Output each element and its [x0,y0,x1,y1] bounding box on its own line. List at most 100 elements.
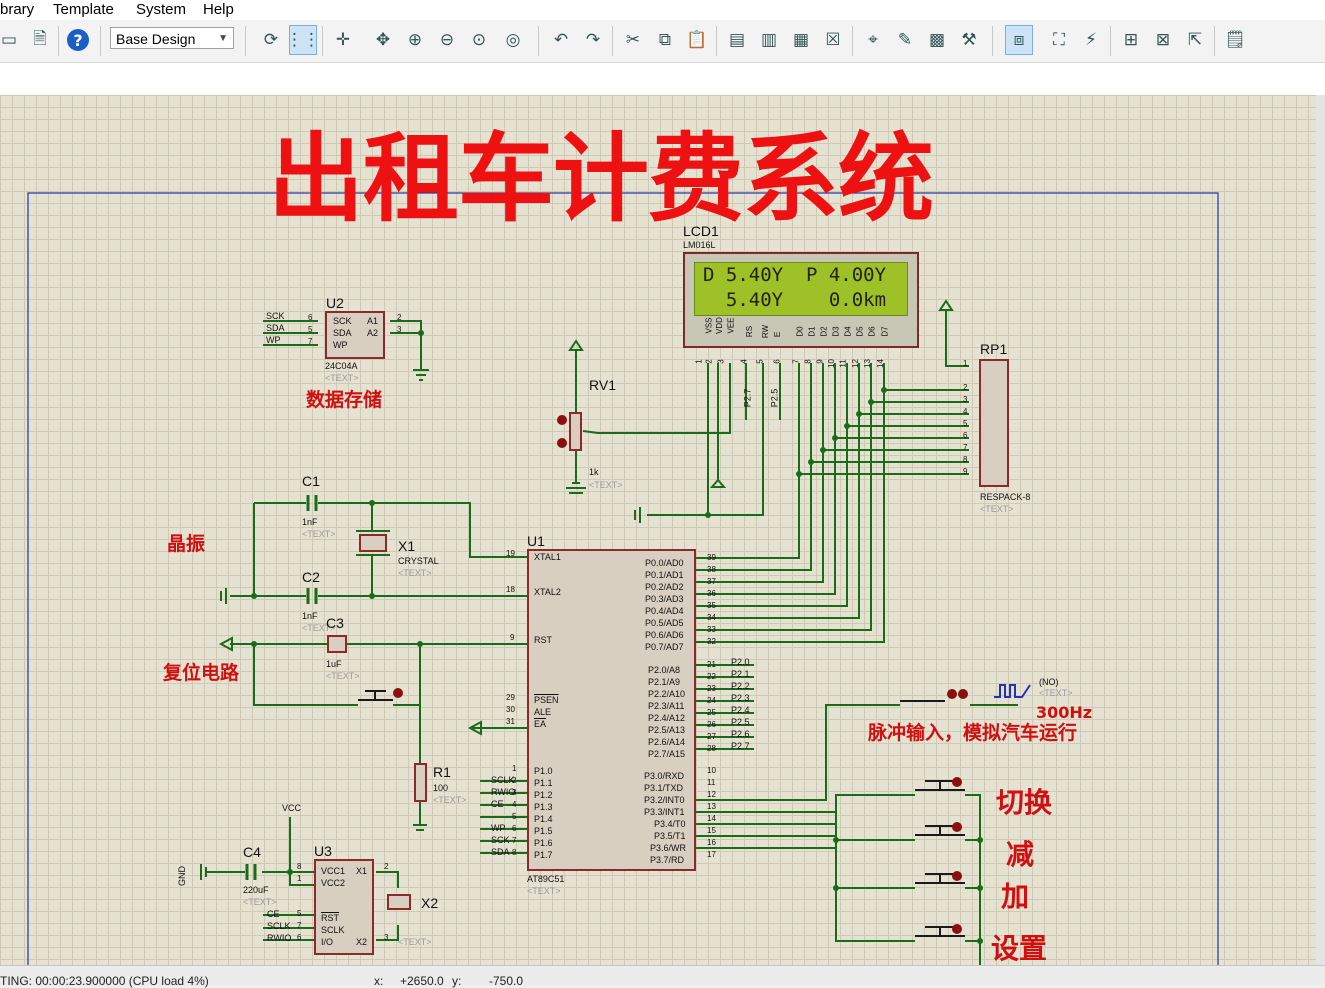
u2-pin-num: 7 [308,337,313,346]
paste-icon[interactable]: 📋 [684,26,710,54]
bill-of-materials-icon[interactable]: 🗒 [1222,26,1248,54]
lcd-pin-number: 10 [826,359,836,368]
page-icon[interactable]: 🗎 [27,26,53,54]
help-icon[interactable]: ? [65,26,91,54]
annotation-plus-key: 加 [1001,880,1030,913]
layer-select[interactable]: Base Design ▼ [110,27,234,49]
menu-system[interactable]: System [136,1,186,18]
u1-pin-label: P2.5/A13 [648,725,686,735]
cut-icon[interactable]: ✂ [620,26,646,54]
undo-icon[interactable]: ↶ [548,26,574,54]
set-button[interactable] [912,918,968,944]
rp1-resistor-pack[interactable] [979,359,1009,487]
net-label: SDA [491,847,510,857]
u2-eeprom-chip[interactable]: SCK SDA WP A1 A2 [325,311,385,359]
annotation-set-key: 设置 [991,932,1048,965]
x2-text-placeholder: <TEXT> [398,937,432,947]
block-move-icon[interactable]: ▥ [756,26,782,54]
remove-sheet-icon[interactable]: ⊠ [1150,26,1176,54]
coord-x-value: +2650.0 [400,974,444,988]
u1-pin-number: 28 [707,744,716,753]
chevron-down-icon: ▼ [218,33,228,44]
origin-icon[interactable]: ✛ [330,26,356,54]
pan-icon[interactable]: ✥ [370,26,396,54]
lcd-screen: D 5.40Y P 4.00Y 5.40Y 0.0km [694,262,908,316]
rp1-text-placeholder: <TEXT> [980,504,1014,514]
minus-button[interactable] [912,817,968,843]
svg-text:?: ? [73,31,82,50]
block-copy-icon[interactable]: ▤ [724,26,750,54]
redo-icon[interactable]: ↷ [580,26,606,54]
zoom-area-icon[interactable]: ◎ [500,26,526,54]
lcd-pin-number: 14 [875,359,885,368]
r1-text-placeholder: <TEXT> [433,795,467,805]
refresh-icon[interactable]: ⟳ [258,26,284,54]
plus-button[interactable] [912,865,968,891]
package-tool-icon[interactable]: ▩ [924,26,950,54]
c2-value: 1nF [302,611,318,621]
u1-pin-label: XTAL2 [534,587,561,597]
switch-button[interactable] [912,771,968,797]
wire-autorouter-icon[interactable]: ⧈ [1005,25,1033,55]
u1-pin-label: PSEN [534,695,559,705]
u1-pin-number: 36 [707,589,716,598]
zoom-in-icon[interactable]: ⊕ [402,26,428,54]
u3-net-rwio: RWIO [267,933,292,943]
property-tool-icon[interactable]: ⚡ [1078,26,1104,54]
lcd-pin-label: D4 [843,326,853,337]
zoom-all-icon[interactable]: ⊙ [466,26,492,54]
u1-pin-number: 37 [707,577,716,586]
decompose-icon[interactable]: ⚒ [956,26,982,54]
block-delete-icon[interactable]: ☒ [820,26,846,54]
pulse-switch[interactable] [900,683,968,707]
u1-pin-number: 9 [510,633,515,642]
u1-pin-number: 5 [512,812,517,821]
u3-pin-number: 1 [297,874,302,883]
c3-ref: C3 [326,615,344,631]
menu-help[interactable]: Help [203,1,234,18]
grid-toggle-icon[interactable]: ⋮⋮ [286,25,320,55]
lcd-pin-number: 11 [838,359,848,368]
schematic-canvas[interactable]: 出租车计费系统 LCD1 LM016L <TEXT> D 5.40Y P 4.0… [0,95,1316,965]
zoom-preview-icon[interactable]: ▭ [0,26,22,54]
u3-ref: U3 [314,843,332,859]
u1-pin-number: 18 [506,585,515,594]
search-icon[interactable]: ⛶ [1046,26,1072,54]
reset-button[interactable] [352,683,402,707]
vertical-scrollbar[interactable] [1316,95,1325,965]
rv1-potentiometer[interactable] [558,411,582,453]
u3-rtc-chip[interactable]: VCC1 VCC2 RST SCLK I/O X1 X2 [314,859,374,955]
zoom-out-icon[interactable]: ⊖ [434,26,460,54]
make-device-icon[interactable]: ✎ [892,26,918,54]
block-rotate-icon[interactable]: ▦ [788,26,814,54]
net-label: WP [491,823,506,833]
u1-pin-label: P2.0/A8 [648,665,681,675]
new-sheet-icon[interactable]: ⊞ [1118,26,1144,54]
u1-pin-label: P2.1/A9 [648,677,681,687]
u1-pin-number: 22 [707,672,716,681]
net-label: RWIO [491,787,516,797]
u1-pin-number: 33 [707,625,716,634]
menu-library[interactable]: brary [0,1,34,18]
pick-device-icon[interactable]: ⌖ [860,26,886,54]
coord-y-label: y: [452,974,462,988]
menu-template[interactable]: Template [53,1,114,18]
lcd-pin-label: D1 [807,326,817,337]
u1-pin-label: RST [534,635,552,645]
u1-pin-number: 25 [707,708,716,717]
copy-icon[interactable]: ⧉ [652,26,678,54]
annotation-reset: 复位电路 [163,662,240,684]
toolbar: ▭ 🗎 ? Base Design ▼ ⟳ ⋮⋮ ✛ ✥ ⊕ ⊖ ⊙ ◎ ↶ ↷… [0,20,1325,63]
net-label: P2.5 [731,717,750,727]
u1-pin-number: 15 [707,826,716,835]
u2-pin-sda: SDA [333,328,352,338]
u1-pin-label: P3.1/TXD [644,783,684,793]
lcd-pin-label: D2 [819,326,829,337]
rp1-ref: RP1 [980,341,1008,357]
u1-pin-label: P0.0/AD0 [645,558,684,568]
u3-pin-label: X1 [356,866,368,876]
u1-pin-number: 21 [707,660,716,669]
lcd-line-1: D 5.40Y P 4.00Y [703,264,887,286]
exit-to-parent-icon[interactable]: ⇱ [1182,26,1208,54]
u1-pin-number: 1 [512,764,517,773]
